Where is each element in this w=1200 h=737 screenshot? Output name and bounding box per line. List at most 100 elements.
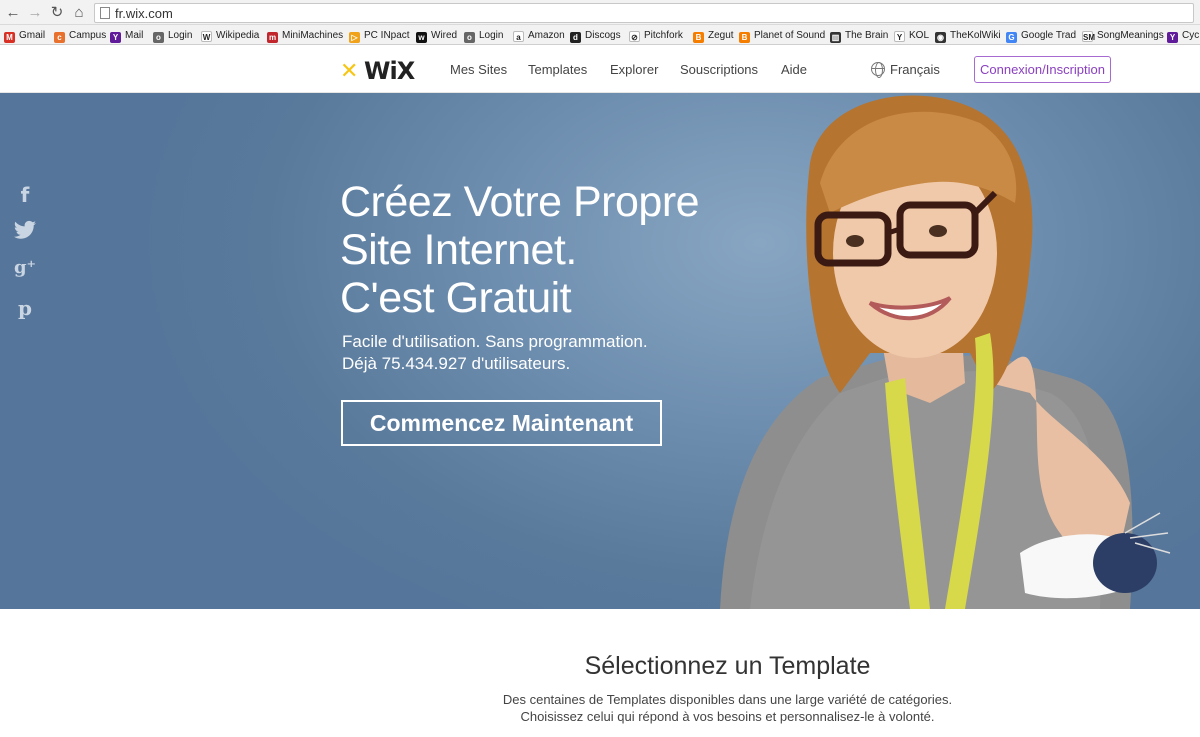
google-translate-icon: G — [1006, 32, 1017, 43]
nav-explorer[interactable]: Explorer — [610, 62, 658, 77]
bookmark-label: Cyc — [1182, 30, 1200, 41]
twitter-icon[interactable] — [12, 220, 38, 244]
blogger-icon: B — [739, 32, 750, 43]
bookmark-item[interactable]: Y Cyc — [1167, 28, 1199, 43]
bookmark-item[interactable]: SM SongMeanings — [1082, 28, 1164, 43]
templates-description-line: Des centaines de Templates disponibles d… — [502, 692, 953, 707]
amazon-icon: a — [513, 31, 524, 42]
bookmark-label: Planet of Sound — [754, 30, 826, 41]
bookmark-item[interactable]: w Wired — [416, 28, 457, 43]
nav-souscriptions[interactable]: Souscriptions — [680, 62, 758, 77]
language-selector[interactable]: Français — [890, 62, 940, 77]
site-header: ✕ WiX Mes Sites Templates Explorer Sousc… — [0, 46, 1200, 93]
brain-icon: ▥ — [830, 32, 841, 43]
address-bar[interactable]: fr.wix.com — [94, 3, 1194, 23]
nav-aide[interactable]: Aide — [781, 62, 807, 77]
forward-icon[interactable]: → — [26, 4, 44, 22]
hero-title-line: Créez Votre Propre — [340, 178, 700, 226]
bookmark-label: KOL — [909, 30, 930, 41]
bookmark-label: Discogs — [585, 30, 621, 41]
bookmark-label: Login — [479, 30, 504, 41]
hero-subtitle-line: Déjà 75.434.927 d'utilisateurs. — [342, 354, 571, 373]
page-icon — [100, 7, 110, 19]
bookmark-label: The Brain — [845, 30, 889, 41]
nav-mes-sites[interactable]: Mes Sites — [450, 62, 507, 77]
templates-title: Sélectionnez un Template — [584, 652, 871, 680]
hero-title-line: Site Internet. — [340, 226, 577, 274]
bookmark-label: Zegut — [708, 30, 734, 41]
templates-section: Sélectionnez un Template Des centaines d… — [0, 609, 1200, 737]
pitchfork-icon: ⊘ — [629, 31, 640, 42]
reload-icon[interactable]: ↻ — [48, 4, 66, 22]
bookmark-item[interactable]: m MiniMachines — [267, 28, 343, 43]
bookmark-item[interactable]: W Wikipedia — [201, 28, 259, 43]
bookmark-label: Gmail — [19, 30, 46, 41]
kol-icon: Y — [894, 31, 905, 42]
templates-description: Des centaines de Templates disponibles d… — [0, 691, 1200, 725]
bookmark-item[interactable]: B Planet of Sound — [739, 28, 825, 43]
bookmark-item[interactable]: d Discogs — [570, 28, 621, 43]
login-icon: o — [153, 32, 164, 43]
discogs-icon: d — [570, 32, 581, 43]
wix-logo[interactable]: ✕ WiX — [340, 57, 420, 85]
bookmark-item[interactable]: M Gmail — [4, 28, 45, 43]
google-plus-icon[interactable]: g⁺ — [12, 257, 38, 281]
facebook-icon[interactable]: f — [12, 183, 38, 207]
wix-logo-text: WiX — [364, 57, 415, 85]
wix-logo-mark-icon: ✕ — [340, 59, 359, 84]
blogger-icon: B — [693, 32, 704, 43]
hero-subtitle-line: Facile d'utilisation. Sans programmation… — [342, 332, 648, 351]
bookmark-item[interactable]: Y Mail — [110, 28, 143, 43]
bookmark-label: Campus — [69, 30, 107, 41]
start-now-button[interactable]: Commencez Maintenant — [341, 400, 662, 446]
bookmarks-bar: M Gmail c Campus Y Mail o Login W Wikipedia m MiniM… — [0, 25, 1200, 45]
bookmark-label: Wikipedia — [216, 30, 260, 41]
bookmark-label: Mail — [125, 30, 144, 41]
hero-section: f g⁺ p Créez Votre Propre Site Internet.… — [0, 93, 1200, 609]
hero-title: Créez Votre Propre Site Internet. C'est … — [340, 178, 700, 322]
bookmark-label: Pitchfork — [644, 30, 683, 41]
gmail-icon: M — [4, 32, 15, 43]
bookmark-item[interactable]: Y KOL — [894, 28, 929, 43]
bookmark-label: TheKolWiki — [950, 30, 1001, 41]
bookmark-label: Amazon — [528, 30, 565, 41]
campus-icon: c — [54, 32, 65, 43]
bookmark-label: SongMeanings — [1097, 30, 1164, 41]
nav-templates[interactable]: Templates — [528, 62, 587, 77]
bookmark-item[interactable]: ◉ TheKolWiki — [935, 28, 1001, 43]
login-button[interactable]: Connexion/Inscription — [974, 56, 1111, 83]
bookmark-item[interactable]: G Google Trad — [1006, 28, 1076, 43]
bookmark-item[interactable]: ⊘ Pitchfork — [629, 28, 683, 43]
url-text: fr.wix.com — [115, 6, 173, 21]
templates-description-line: Choisissez celui qui répond à vos besoin… — [520, 709, 935, 724]
bookmark-item[interactable]: ▷ PC INpact — [349, 28, 410, 43]
pinterest-icon[interactable]: p — [12, 296, 38, 320]
bookmark-label: Google Trad — [1021, 30, 1077, 41]
bookmark-item[interactable]: a Amazon — [513, 28, 565, 43]
bookmark-item[interactable]: B Zegut — [693, 28, 734, 43]
hero-photo — [720, 95, 1171, 609]
bookmark-item[interactable]: c Campus — [54, 28, 106, 43]
back-icon[interactable]: ← — [4, 4, 22, 22]
bookmark-item[interactable]: o Login — [153, 28, 192, 43]
hero-title-line: C'est Gratuit — [340, 274, 572, 322]
bookmark-label: PC INpact — [364, 30, 410, 41]
globe-icon[interactable] — [871, 62, 885, 78]
wikipedia-icon: W — [201, 31, 212, 42]
kolwiki-icon: ◉ — [935, 32, 946, 43]
login-icon: o — [464, 32, 475, 43]
wired-icon: w — [416, 32, 427, 43]
hero-subtitle: Facile d'utilisation. Sans programmation… — [342, 331, 648, 375]
yahoo-icon: Y — [1167, 32, 1178, 43]
bookmark-label: Wired — [431, 30, 458, 41]
minimachines-icon: m — [267, 32, 278, 43]
home-icon[interactable]: ⌂ — [70, 4, 88, 22]
bookmark-label: MiniMachines — [282, 30, 344, 41]
songmeanings-icon: SM — [1082, 31, 1095, 42]
bookmark-item[interactable]: o Login — [464, 28, 503, 43]
yahoo-icon: Y — [110, 32, 121, 43]
bookmark-item[interactable]: ▥ The Brain — [830, 28, 888, 43]
bookmark-label: Login — [168, 30, 193, 41]
browser-toolbar: ← → ↻ ⌂ fr.wix.com — [0, 0, 1200, 25]
pcinpact-icon: ▷ — [349, 32, 360, 43]
